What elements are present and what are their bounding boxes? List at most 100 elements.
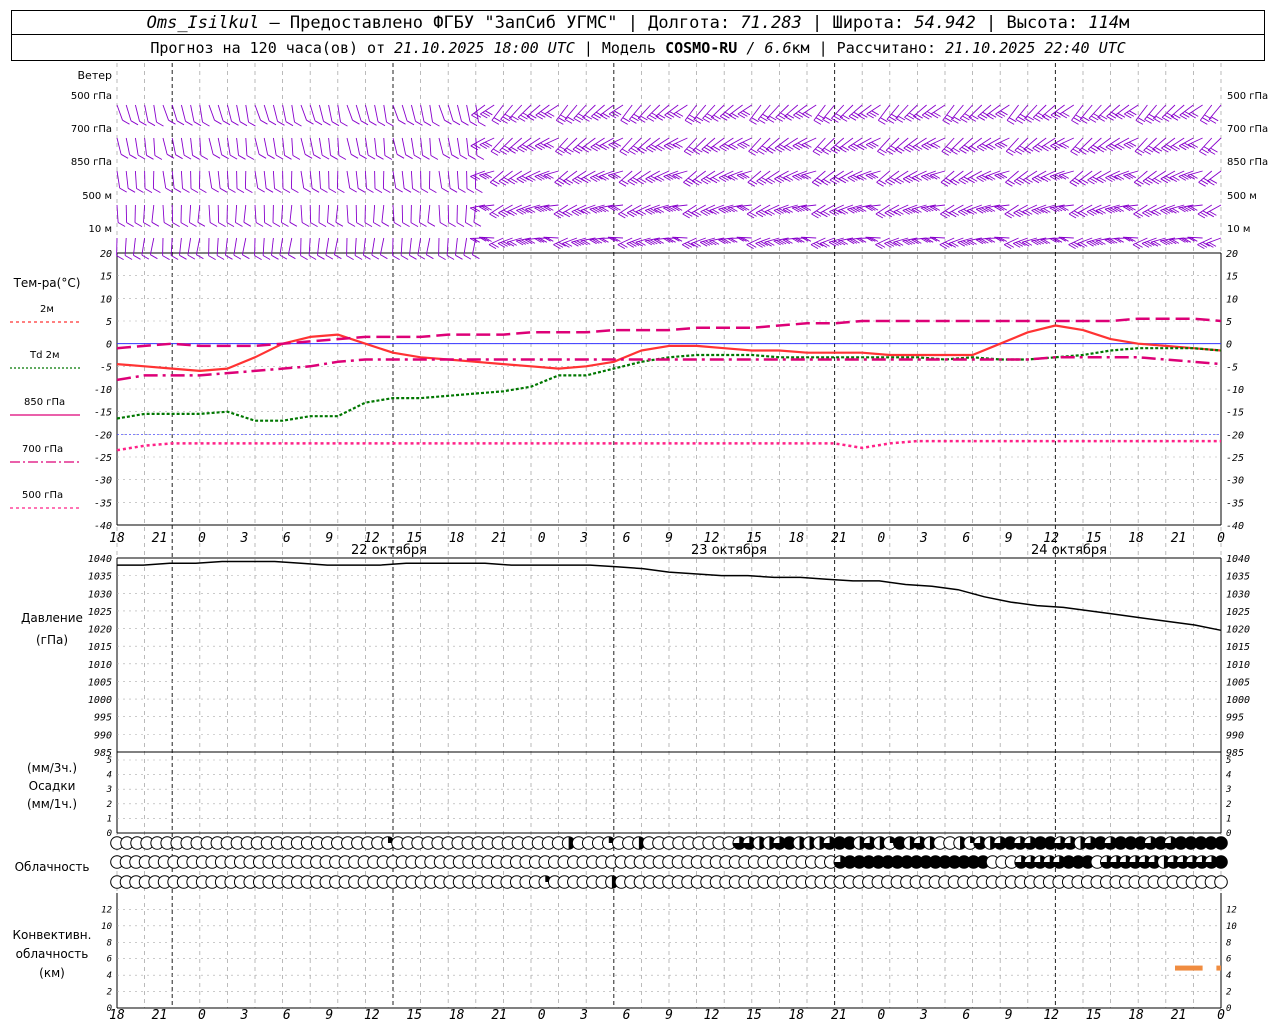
hour-label-bottom: 15 [1086,1008,1102,1023]
wind-barb [254,104,268,125]
wind-barb [254,170,265,193]
wind-barb-flag [392,255,400,260]
wind-barb [488,237,504,249]
wind-barb [318,170,328,193]
wind-barb-flag [176,120,185,126]
wind-barb-staff [912,137,927,148]
wind-barb-staff [125,104,132,121]
wind-barb [282,104,294,127]
wind-barb-flag [216,255,225,260]
wind-barb-staff [682,204,697,215]
wind-barb-flag [702,118,710,123]
hour-label-bottom: 18 [1128,1008,1144,1023]
hour-label-top: 0 [1217,531,1225,546]
wind-barb [233,237,242,260]
prec-tick-left: 4 [107,771,112,781]
wind-barb [456,170,466,193]
wind-barb-staff [580,204,596,211]
wind-barb-flag [380,254,388,260]
wind-barb-flag [430,155,439,160]
wind-barb-staff [254,170,259,189]
wind-barb-flag [166,153,175,159]
pres-tick-left: 1025 [88,607,112,618]
wind-barb [455,237,463,260]
wind-barb-flag [1155,115,1163,121]
wind-barb-flag [129,154,137,160]
temp-tick-right: 20 [1226,249,1238,260]
wind-barb [190,170,199,193]
wind-barb [241,237,250,260]
wind-barb-flag [765,148,774,154]
temp-tick-right: -25 [1226,453,1244,464]
hour-label-bottom: 9 [325,1008,333,1023]
wind-barb-staff [683,137,697,152]
prec-tick-right: 1 [1226,814,1231,824]
temp-tick-left: 0 [106,340,112,351]
wind-barb [400,237,409,260]
wind-barb [1144,104,1157,124]
wind-barb-flag [396,153,405,159]
wind-barb-flag [124,255,133,260]
wind-barb-flag [951,119,959,124]
wind-barb-staff [526,137,541,148]
wind-barb-flag [517,117,526,122]
wind-barb-staff [1151,204,1166,213]
wind-barb-flag [814,148,823,154]
wind-barb-flag [173,187,182,193]
hour-label-bottom: 21 [152,1008,168,1023]
wind-barb-flag [1031,240,1039,246]
wind-barb-staff [1041,137,1056,148]
wind-barb-staff [337,104,341,123]
hour-label-bottom: 3 [919,1008,928,1023]
wind-barb-flag [665,207,674,212]
wind-barb-staff [327,204,330,223]
wind-barb [199,104,210,127]
wind-barb-staff [272,104,278,122]
wind-barb-staff [318,137,323,156]
wind-barb-staff [190,104,195,122]
wind-barb [225,237,233,260]
meteogram-chart: 18 21 0 3 6 9 12 15 18 21 0 3 6 9 12 15 18 21 0 3 6 9 12 15 18 21… [10,63,1268,1023]
wind-barb-flag [1113,207,1122,213]
wind-barb-staff [1096,170,1111,180]
wind-barb-staff [208,170,213,189]
wind-barb [383,104,394,127]
wind-barb-flag [704,115,713,121]
wind-barb [746,237,762,249]
wind-barb [489,170,504,187]
wind-barb-staff [727,170,743,177]
wind-barb [1006,104,1019,125]
wind-level-right: 500 гПа [1227,91,1268,102]
temp-tick-left: 10 [100,294,112,305]
wind-barb [208,237,216,260]
wind-barb-flag [877,151,885,156]
wind-barb-flag [426,254,434,260]
wind-barb-staff [328,104,333,122]
wind-barb-flag [318,222,327,227]
wind-barb-flag [130,120,139,126]
wind-barb-flag [364,222,373,227]
temp-tick-left: -30 [94,476,112,487]
wind-barb-flag [163,222,172,227]
wind-barb-flag [1153,118,1161,123]
wind-barb-flag [185,120,193,126]
wind-barb [300,204,310,227]
wind-barb-flag [219,187,228,193]
wind-barb-staff [1069,170,1084,183]
wind-barb [681,237,697,249]
wind-barb [263,204,272,227]
wind-barb-staff [1197,204,1213,215]
wind-barb-staff [590,137,605,148]
wind-barb-staff [1169,170,1185,179]
wind-barb-flag [684,120,693,125]
wind-barb-flag [209,222,218,227]
wind-barb-staff [683,170,697,183]
temp-tick-left: -40 [94,521,112,532]
wind-barb [438,204,448,227]
wind-barb-staff [1004,204,1019,215]
wind-barb-staff [318,170,321,189]
wind-barb-staff [379,237,385,255]
wind-barb [162,104,176,125]
wind-barb-flag [576,240,584,246]
wind-barb [1079,104,1093,124]
